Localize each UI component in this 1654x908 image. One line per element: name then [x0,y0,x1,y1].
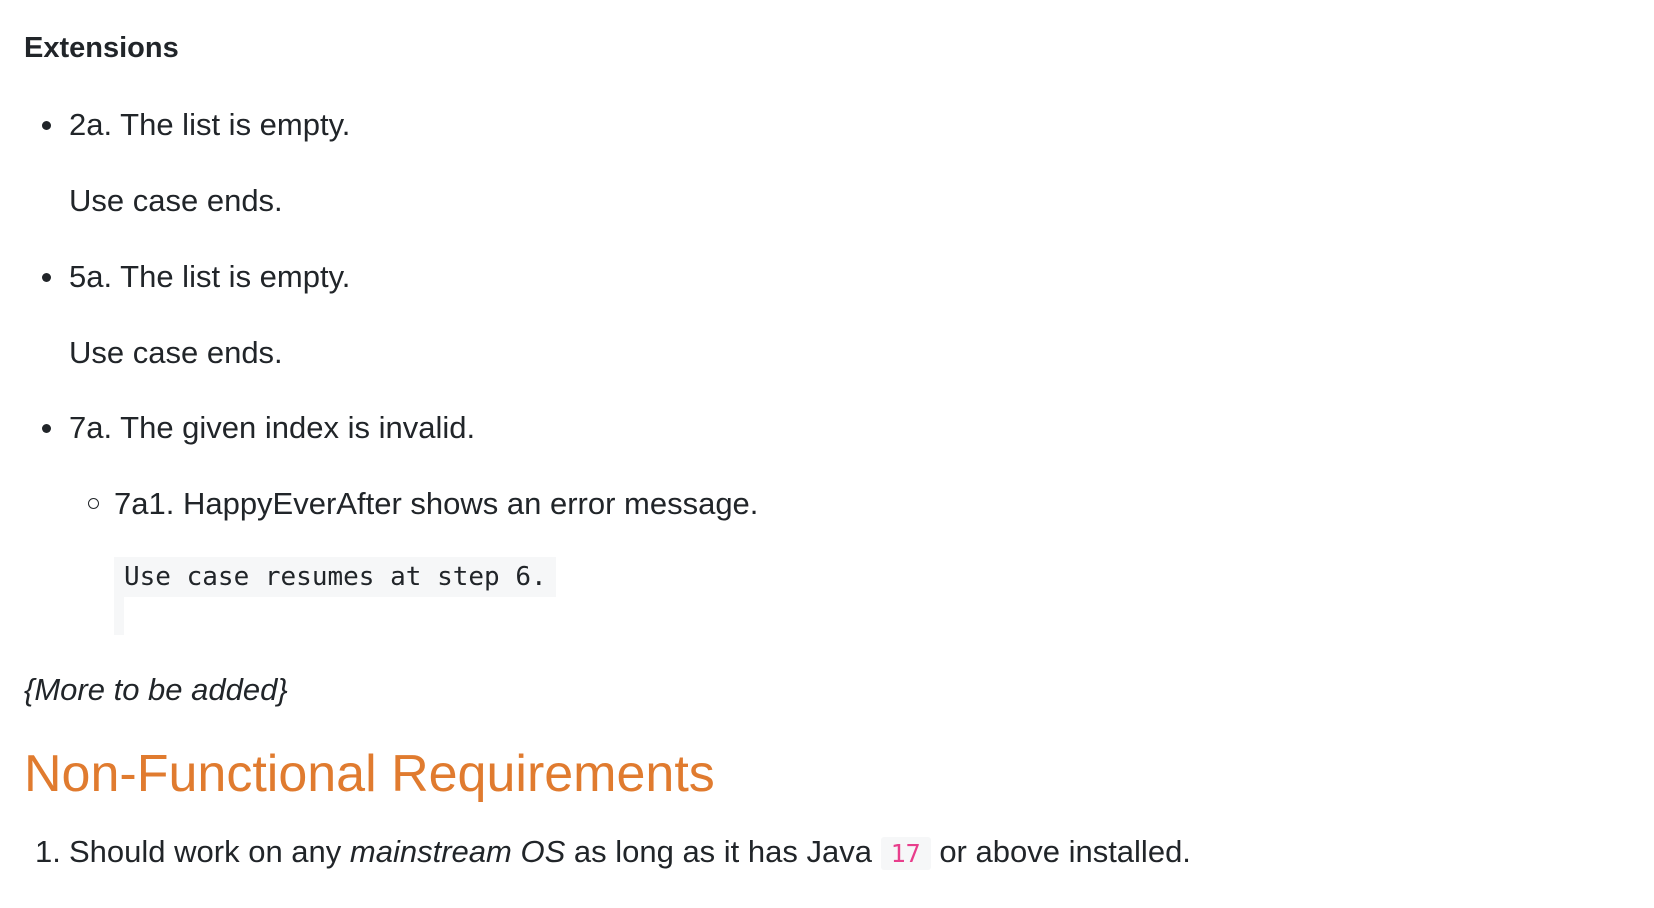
extension-item-label: 2a. The list is empty. [69,107,351,142]
code-block-tail [114,597,124,635]
extension-subitem-7a1: 7a1. HappyEverAfter shows an error messa… [88,485,759,523]
extension-item-7a: 7a. The given index is invalid. [42,409,476,447]
extension-item-note: Use case ends. [69,335,283,370]
bullet-icon [42,424,51,433]
extension-item-note: Use case ends. [69,183,283,218]
nfr-text-middle: as long as it has Java [565,834,881,869]
extension-item-label: 7a. The given index is invalid. [69,410,476,445]
bullet-icon [42,121,51,130]
nfr-heading: Non-Functional Requirements [24,745,715,803]
extension-item-2a: 2a. The list is empty. [42,106,351,144]
extension-item-5a: 5a. The list is empty. [42,258,351,296]
list-number: 1. [35,834,61,869]
inline-code: 17 [880,837,931,870]
nfr-emphasis: mainstream OS [349,834,566,869]
extensions-heading: Extensions [24,32,179,64]
code-block-text: Use case resumes at step 6. [114,557,556,597]
nfr-text-before: Should work on any [69,834,350,869]
nfr-list-item: 1. Should work on any mainstream OS as l… [35,833,1191,873]
extension-subitem-label: 7a1. HappyEverAfter shows an error messa… [114,486,759,521]
code-block: Use case resumes at step 6. [114,557,556,635]
more-to-be-added-note: {More to be added} [24,672,288,707]
extension-item-label: 5a. The list is empty. [69,259,351,294]
nfr-text-after: or above installed. [930,834,1191,869]
hollow-bullet-icon [88,498,99,509]
bullet-icon [42,273,51,282]
